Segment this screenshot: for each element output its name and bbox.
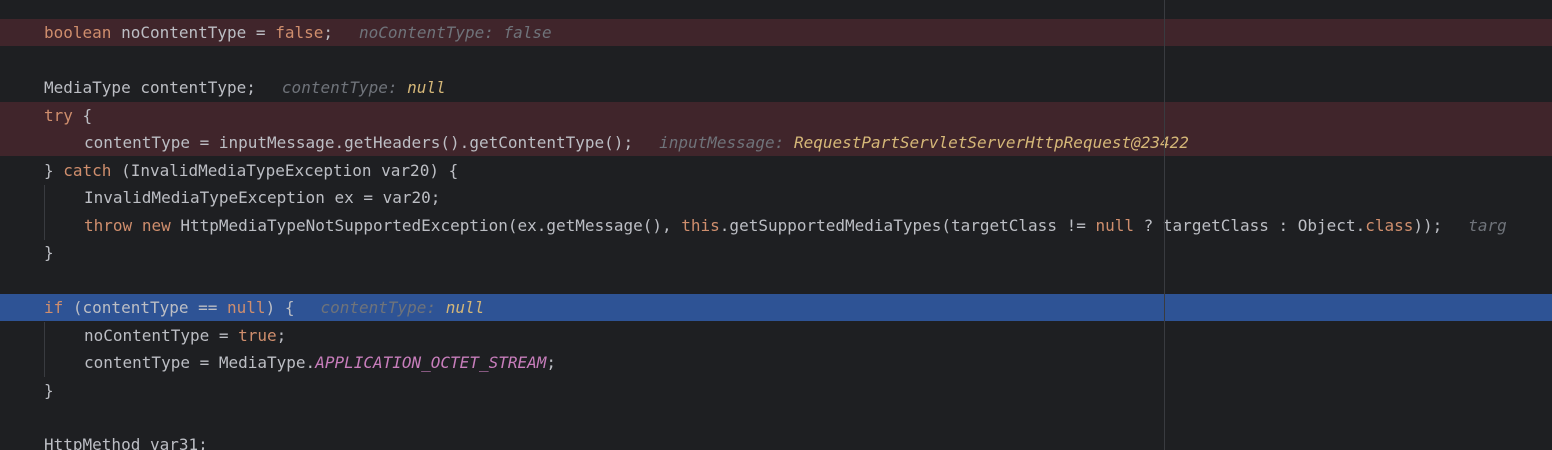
code-line-breakpoint[interactable]: boolean noContentType = false; noContentT… [0,19,1552,46]
code-text: boolean noContentType = false; noContentT… [44,23,552,42]
code-line-breakpoint[interactable]: try { [0,102,1552,129]
code-line-breakpoint[interactable]: contentType = inputMessage.getHeaders().… [0,129,1552,156]
code-text: noContentType = true; [84,326,287,345]
code-text: MediaType contentType; contentType: null [44,78,446,97]
code-text: try { [44,106,93,125]
code-line[interactable]: InvalidMediaTypeException ex = var20; [0,184,1552,211]
code-text: contentType = inputMessage.getHeaders().… [84,133,1189,152]
right-margin-guide [1164,0,1165,450]
code-line[interactable]: } catch (InvalidMediaTypeException var20… [0,157,1552,184]
code-line[interactable]: throw new HttpMediaTypeNotSupportedExcep… [0,212,1552,239]
inline-debug-value: contentType: null [281,78,446,97]
code-editor[interactable]: boolean noContentType = false; noContentT… [0,0,1552,450]
code-text: } [44,381,54,400]
code-text: contentType = MediaType.APPLICATION_OCTE… [84,353,557,372]
code-text: InvalidMediaTypeException ex = var20; [84,188,441,207]
inline-debug-value: inputMessage: RequestPartServletServerHt… [659,133,1189,152]
code-line[interactable]: noContentType = true; [0,322,1552,349]
code-line[interactable]: HttpMethod var31; [0,431,1552,450]
code-text: } [44,243,54,262]
code-line[interactable]: } [0,239,1552,266]
code-text: if (contentType == null) {contentType: n… [44,298,485,317]
code-text: HttpMethod var31; [44,435,208,450]
code-line[interactable]: MediaType contentType; contentType: null [0,74,1552,101]
code-line-execution-point[interactable]: if (contentType == null) {contentType: n… [0,294,1552,321]
code-line[interactable]: } [0,377,1552,404]
inline-debug-value: targ [1468,216,1507,235]
code-text: } catch (InvalidMediaTypeException var20… [44,161,459,180]
code-line[interactable]: contentType = MediaType.APPLICATION_OCTE… [0,349,1552,376]
code-text: throw new HttpMediaTypeNotSupportedExcep… [84,216,1507,235]
inline-debug-value: noContentType: false [359,23,552,42]
inline-debug-value: contentType: null [320,298,485,317]
